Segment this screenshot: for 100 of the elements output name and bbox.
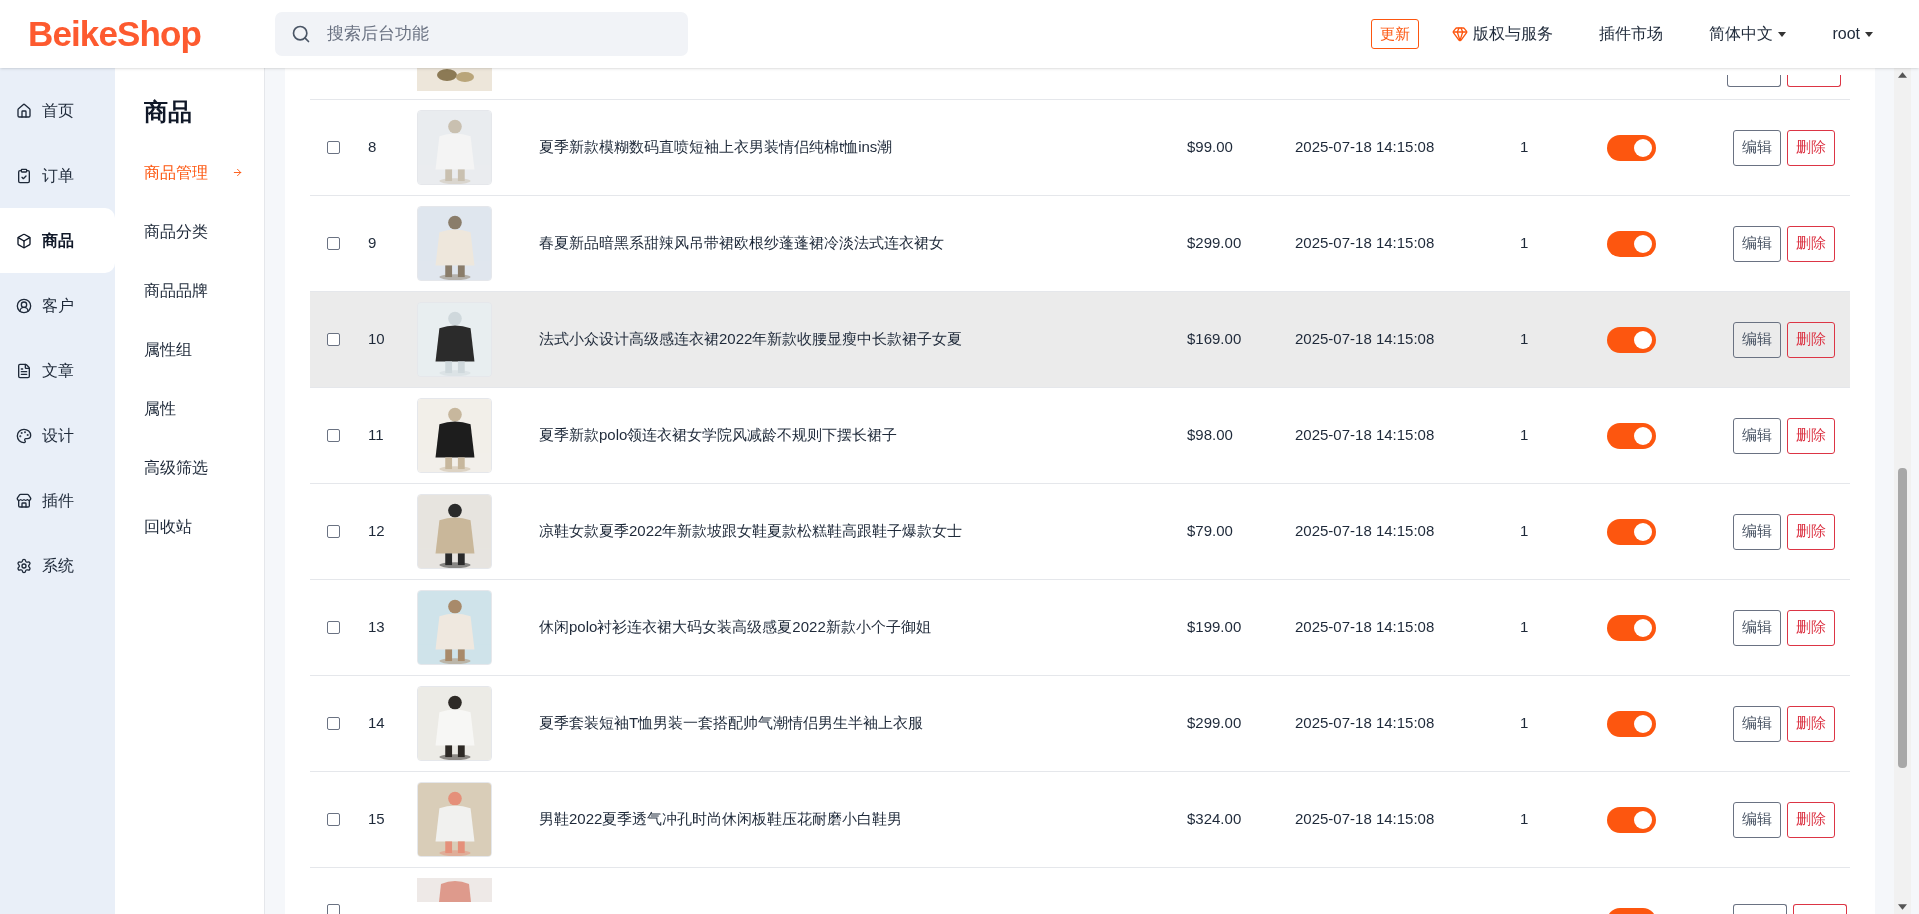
table-cell-text: $324.00 — [1187, 809, 1243, 830]
edit-button[interactable]: 编辑 — [1733, 609, 1781, 646]
table-cell-text: $199.00 — [1187, 617, 1243, 638]
table-cell-text: 1 — [1520, 425, 1530, 446]
toggle-switch[interactable] — [1607, 614, 1656, 641]
edit-button[interactable]: 编辑 — [1733, 321, 1781, 358]
edit-button[interactable]: 编辑 — [1733, 801, 1781, 838]
table-cell-text: 2025-07-18 14:15:08 — [1295, 809, 1436, 830]
table-cell-text: 13 — [368, 617, 386, 638]
search-field[interactable]: 搜索后台功能 — [275, 12, 688, 56]
table-cell-text: 2025-07-18 14:15:08 — [1295, 713, 1436, 734]
checkbox[interactable] — [327, 904, 340, 914]
delete-button[interactable]: 删除 — [1787, 801, 1835, 838]
table-cell-text: 9 — [368, 233, 378, 254]
edit-button[interactable]: 编辑 — [1733, 513, 1781, 550]
table-cell-text: 12 — [368, 521, 386, 542]
delete-button[interactable]: 删除 — [1787, 609, 1835, 646]
table-cell-text: $98.00 — [1187, 425, 1234, 446]
toggle-switch[interactable] — [1607, 326, 1656, 353]
header-link[interactable]: 版权与服务 — [1452, 22, 1554, 46]
table-cell-text: $169.00 — [1187, 329, 1243, 350]
dropdown-menu[interactable]: root — [1832, 22, 1873, 46]
table-cell-text: 11 — [368, 425, 385, 446]
checkbox[interactable] — [327, 813, 340, 826]
checkbox[interactable] — [327, 717, 340, 730]
table-cell-text: 春夏新品暗黑系甜辣风吊带裙欧根纱蓬蓬裙冷淡法式连衣裙女 — [539, 233, 945, 254]
checkbox[interactable] — [327, 141, 340, 154]
table-cell-text: 15 — [368, 809, 386, 830]
delete-button[interactable]: 删除 — [1787, 321, 1835, 358]
delete-button[interactable]: 删除 — [1787, 513, 1835, 550]
toggle-switch[interactable] — [1607, 422, 1656, 449]
checkbox[interactable] — [327, 237, 340, 250]
table-cell-text: 1 — [1520, 521, 1530, 542]
caret-icon — [1865, 31, 1873, 37]
submenu-item[interactable]: 商品分类 — [144, 202, 264, 261]
scrollbar[interactable] — [1894, 68, 1911, 914]
delete-button[interactable]: 删除 — [1787, 225, 1835, 262]
button-edge[interactable] — [1787, 75, 1841, 87]
user-icon — [16, 297, 32, 314]
table-cell-text: 凉鞋女款夏季2022年新款坡跟女鞋夏款松糕鞋高跟鞋子爆款女士 — [539, 521, 964, 542]
submenu-item[interactable]: 属性组 — [144, 320, 264, 379]
table-cell-text: 2025-07-18 14:15:08 — [1295, 617, 1436, 638]
toggle-switch[interactable] — [1607, 230, 1656, 257]
submenu-item[interactable]: 属性 — [144, 379, 264, 438]
nav-item[interactable]: 客户 — [0, 273, 115, 338]
caret-icon — [1778, 31, 1787, 37]
checkbox[interactable] — [327, 525, 340, 538]
checkbox[interactable] — [327, 621, 340, 634]
nav-item[interactable]: 系统 — [0, 533, 115, 598]
delete-button[interactable]: 删除 — [1787, 705, 1835, 742]
table-cell-text: 男鞋2022夏季透气冲孔时尚休闲板鞋压花耐磨小白鞋男 — [539, 809, 904, 830]
table-cell-text: $299.00 — [1187, 233, 1243, 254]
checkbox[interactable] — [327, 429, 340, 442]
table-cell-text: 休闲polo衬衫连衣裙大码女装高级感夏2022新款小个子御姐 — [539, 617, 932, 638]
toggle-switch[interactable] — [1607, 134, 1656, 161]
toggle-switch[interactable] — [1607, 806, 1656, 833]
edit-button[interactable]: 编辑 — [1733, 417, 1781, 454]
palette-icon — [16, 427, 32, 444]
arrow-icon — [232, 167, 243, 178]
toggle-switch[interactable] — [1607, 710, 1656, 737]
settings-icon — [16, 557, 32, 574]
submenu-item[interactable]: 高级筛选 — [144, 438, 264, 497]
table-cell-text: $299.00 — [1187, 713, 1243, 734]
table-cell-text: 14 — [368, 713, 386, 734]
store-icon — [16, 492, 32, 509]
home-icon — [16, 102, 32, 119]
submenu-item[interactable]: 商品品牌 — [144, 261, 264, 320]
submenu-item[interactable]: 回收站 — [144, 497, 264, 556]
table-cell-text: 1 — [1520, 233, 1530, 254]
checkbox[interactable] — [327, 333, 340, 346]
nav-item[interactable]: 首页 — [0, 78, 115, 143]
table-cell-text: 法式小众设计高级感连衣裙2022年新款收腰显瘦中长款裙子女夏 — [539, 329, 964, 350]
header-link[interactable]: 插件市场 — [1599, 22, 1664, 46]
edit-button[interactable]: 编辑 — [1733, 129, 1781, 166]
table-cell-text: 8 — [368, 137, 378, 158]
box-icon — [16, 232, 32, 249]
nav-item[interactable]: 设计 — [0, 403, 115, 468]
scroll-down-icon[interactable] — [1898, 904, 1907, 910]
nav-item[interactable]: 文章 — [0, 338, 115, 403]
scroll-up-icon[interactable] — [1898, 72, 1907, 78]
toggle-switch[interactable] — [1607, 518, 1656, 545]
edit-button[interactable]: 编辑 — [1733, 705, 1781, 742]
table-cell-text: 10 — [368, 329, 386, 350]
table-cell-text: 1 — [1520, 809, 1530, 830]
document-icon — [16, 362, 32, 379]
nav-item[interactable]: 插件 — [0, 468, 115, 533]
table-cell-text: 2025-07-18 14:15:08 — [1295, 137, 1436, 158]
button-edge[interactable] — [1727, 75, 1781, 87]
dropdown-menu[interactable]: 简体中文 — [1709, 22, 1787, 46]
delete-button[interactable]: 删除 — [1787, 129, 1835, 166]
table-cell-text: 2025-07-18 14:15:08 — [1295, 233, 1436, 254]
edit-button[interactable]: 编辑 — [1733, 225, 1781, 262]
table-cell-text: $79.00 — [1187, 521, 1234, 542]
scrollbar-thumb[interactable] — [1898, 468, 1907, 768]
delete-button[interactable]: 删除 — [1787, 417, 1835, 454]
table-cell-text: 2025-07-18 14:15:08 — [1295, 329, 1436, 350]
table-cell-text: 1 — [1520, 713, 1530, 734]
nav-item[interactable]: 订单 — [0, 143, 115, 208]
table-cell-text: 夏季新款polo领连衣裙女学院风减龄不规则下摆长裙子 — [539, 425, 899, 446]
nav-item[interactable]: 商品 — [0, 208, 115, 273]
